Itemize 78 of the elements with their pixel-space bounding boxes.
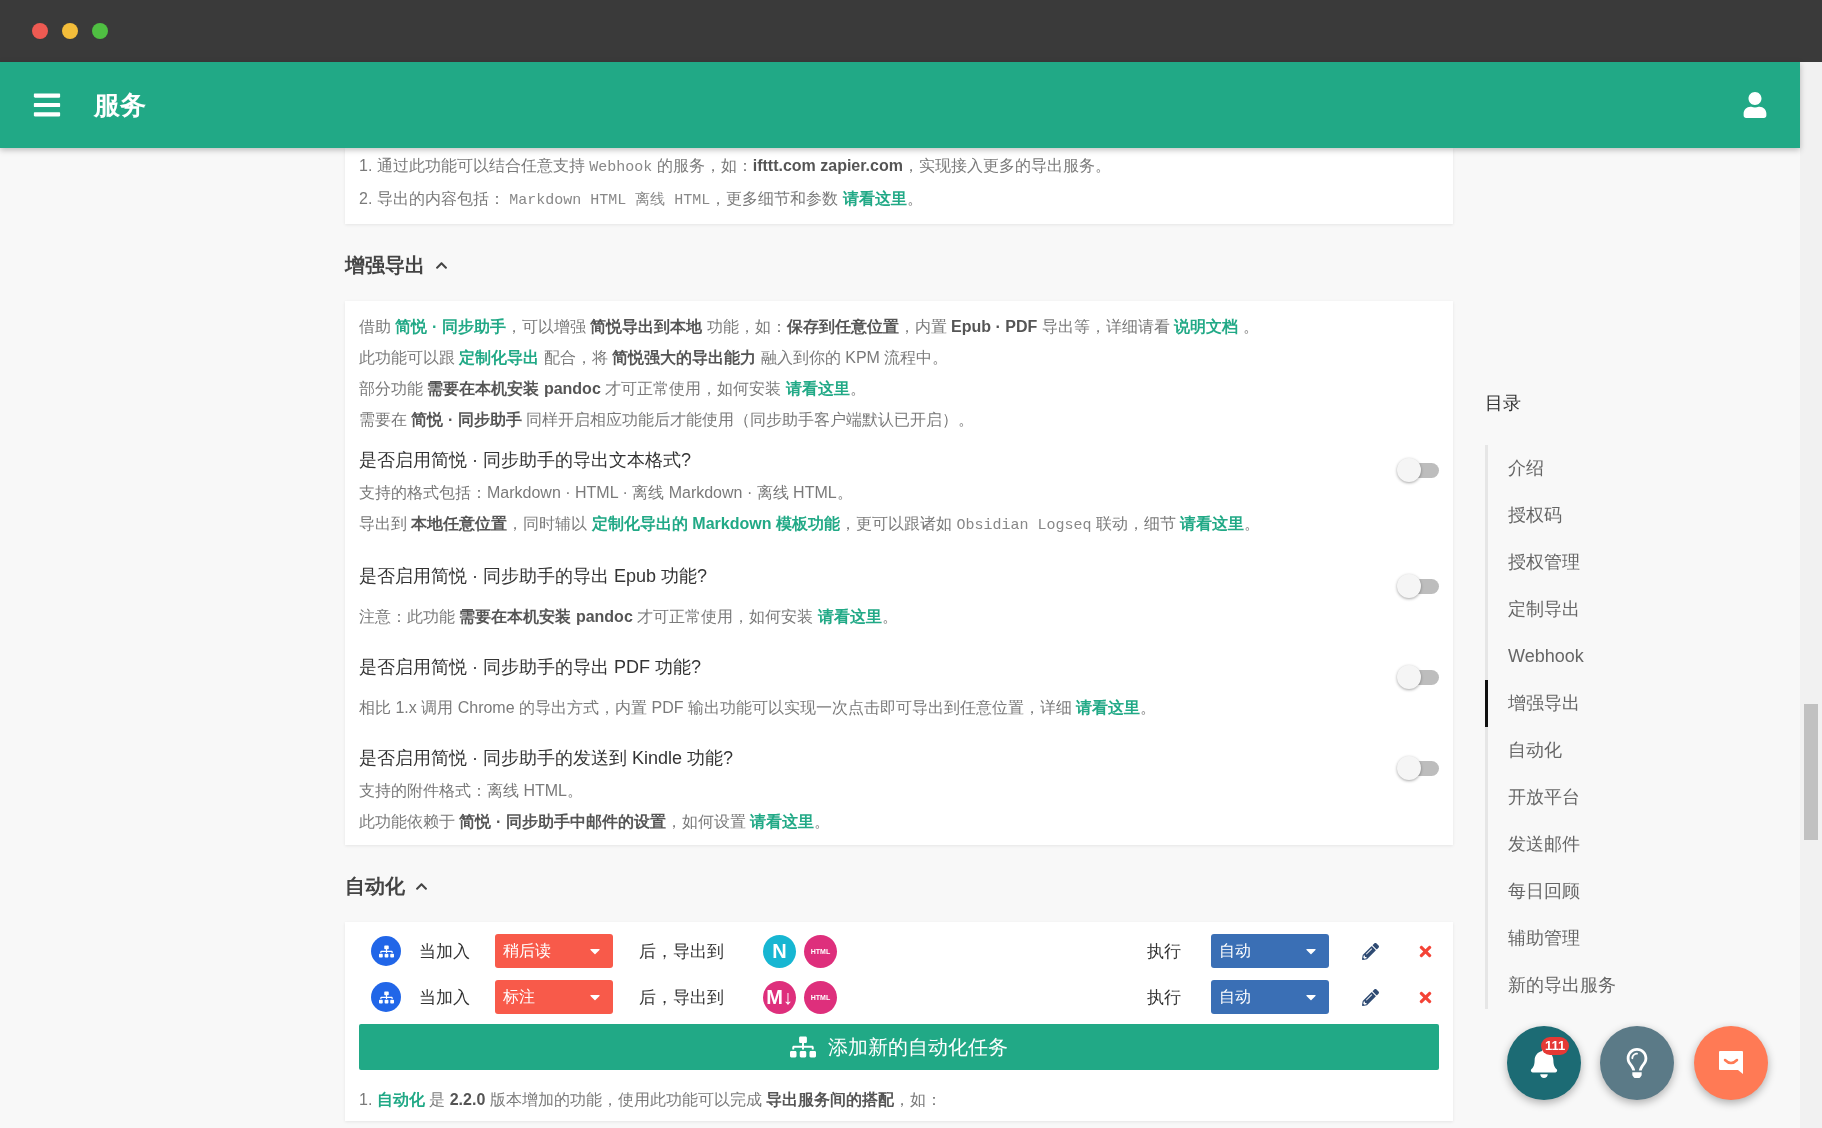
toc-item[interactable]: 授权码 [1485, 492, 1685, 539]
link[interactable]: 自动化 [376, 1091, 425, 1108]
link[interactable]: 定制化导出的 Markdown 模板功能 [591, 515, 840, 532]
edit-button[interactable] [1361, 942, 1379, 960]
toc-item[interactable]: 开放平台 [1485, 774, 1685, 821]
link[interactable]: 简悦 · 同步助手 [395, 318, 506, 335]
toc-item[interactable]: 增强导出 [1485, 680, 1685, 727]
info-line: 1. 通过此功能可以结合任意支持 Webhook 的服务，如：ifttt.com zapier.com，实现接入更多的导出服务。 [359, 156, 1112, 178]
page-title: 服务 [94, 88, 147, 122]
link[interactable]: 定制化导出 [459, 349, 540, 366]
mode-dropdown[interactable]: 自动 [1211, 980, 1329, 1014]
option-note: 此功能依赖于 简悦 · 同步助手中邮件的设置，如何设置 请看这里。 [359, 812, 831, 832]
option-note: 支持的附件格式：离线 HTML。 [359, 781, 584, 801]
maximize-window-button[interactable] [92, 23, 108, 39]
source-dropdown[interactable]: 稍后读 [495, 934, 613, 968]
toc-item[interactable]: Webhook [1485, 633, 1685, 680]
task-label: 当加入 [418, 940, 471, 963]
chevron-up-icon [435, 259, 448, 272]
toc-title: 目录 [1485, 392, 1522, 415]
minimize-window-button[interactable] [62, 23, 78, 39]
option-question: 是否启用简悦 · 同步助手的导出 Epub 功能? [359, 565, 709, 588]
note-line: 1. 自动化 是 2.2.0 版本增加的功能，使用此功能可以完成 导出服务间的搭配，如： [359, 1090, 944, 1110]
service-badge: M↓ [763, 980, 796, 1014]
toggle-switch[interactable] [1397, 755, 1439, 781]
toc-item[interactable]: 介绍 [1485, 445, 1685, 492]
option-question: 是否启用简悦 · 同步助手的发送到 Kindle 功能? [359, 747, 735, 770]
toc-item[interactable]: 辅助管理 [1485, 915, 1685, 962]
description-line: 借助 简悦 · 同步助手，可以增强 简悦导出到本地 功能，如：保存到任意位置，内置 Epub · PDF 导出等，详细请看 说明文档 。 [359, 317, 1260, 337]
description-line: 此功能可以跟 定制化导出 配合，将 简悦强大的导出能力 融入到你的 KPM 流程中。 [359, 348, 950, 368]
toggle-switch[interactable] [1397, 457, 1439, 483]
edit-button[interactable] [1361, 988, 1379, 1006]
scrollbar[interactable] [1800, 62, 1822, 1128]
option-question: 是否启用简悦 · 同步助手的导出文本格式? [359, 449, 692, 472]
source-dropdown[interactable]: 标注 [495, 980, 613, 1014]
notification-badge: 111 [1541, 1037, 1570, 1055]
option-note: 相比 1.x 调用 Chrome 的导出方式，内置 PDF 输出功能可以实现一次点击即可导出到任意位置，详细 请看这里。 [359, 698, 1157, 718]
link[interactable]: 请看这里 [1180, 515, 1245, 532]
section-header[interactable]: 自动化 [345, 873, 428, 900]
add-task-button[interactable]: 添加新的自动化任务 [359, 1024, 1439, 1070]
task-label: 执行 [1147, 986, 1182, 1009]
flowchart-icon [371, 936, 401, 966]
toc-item[interactable]: 每日回顾 [1485, 868, 1685, 915]
link[interactable]: 请看这里 [817, 608, 882, 625]
section-header[interactable]: 增强导出 [345, 252, 448, 279]
link[interactable]: 请看这里 [1076, 699, 1141, 716]
chevron-up-icon [415, 880, 428, 893]
toggle-switch[interactable] [1397, 664, 1439, 690]
toc-item[interactable]: 自动化 [1485, 727, 1685, 774]
option-question: 是否启用简悦 · 同步助手的导出 PDF 功能? [359, 656, 702, 679]
task-label: 当加入 [418, 986, 471, 1009]
option-note: 导出到 本地任意位置，同时辅以 定制化导出的 Markdown 模板功能，更可以跟诸如 Obsidian Logseq 联动，细节 请看这里。 [359, 514, 1261, 536]
task-label: 执行 [1147, 940, 1182, 963]
description-line: 部分功能 需要在本机安装 pandoc 才可正常使用，如何安装 请看这里。 [359, 379, 867, 399]
flowchart-icon [790, 1034, 816, 1060]
toc-item[interactable]: 新的导出服务 [1485, 962, 1685, 1009]
toggle-switch[interactable] [1397, 573, 1439, 599]
mode-dropdown[interactable]: 自动 [1211, 934, 1329, 968]
chat-button[interactable] [1694, 1026, 1768, 1100]
toc-item[interactable]: 发送邮件 [1485, 821, 1685, 868]
close-window-button[interactable] [32, 23, 48, 39]
notification-button[interactable]: 111 [1507, 1026, 1581, 1100]
service-badge: N [763, 934, 796, 968]
flowchart-icon [371, 982, 401, 1012]
toc-item[interactable]: 定制导出 [1485, 586, 1685, 633]
toc-item[interactable]: 授权管理 [1485, 539, 1685, 586]
link[interactable]: 请看这里 [750, 813, 815, 830]
option-note: 支持的格式包括：Markdown · HTML · 离线 Markdown · 离线 HTML。 [359, 483, 854, 503]
lightbulb-button[interactable] [1600, 1026, 1674, 1100]
description-line: 需要在 简悦 · 同步助手 同样开启相应功能后才能使用（同步助手客户端默认已开启）。 [359, 410, 976, 430]
option-note: 注意：此功能 需要在本机安装 pandoc 才可正常使用，如何安装 请看这里。 [359, 607, 898, 627]
bell-icon [1529, 1048, 1559, 1078]
link[interactable]: 请看这里 [785, 380, 850, 397]
link[interactable]: 请看这里 [842, 190, 907, 207]
task-label: 后，导出到 [638, 986, 725, 1009]
user-button[interactable] [1742, 92, 1768, 118]
link[interactable]: 说明文档 [1174, 318, 1239, 335]
task-label: 后，导出到 [638, 940, 725, 963]
info-line: 2. 导出的内容包括： Markdown HTML 离线 HTML，更多细节和参数 请看这里。 [359, 189, 924, 211]
